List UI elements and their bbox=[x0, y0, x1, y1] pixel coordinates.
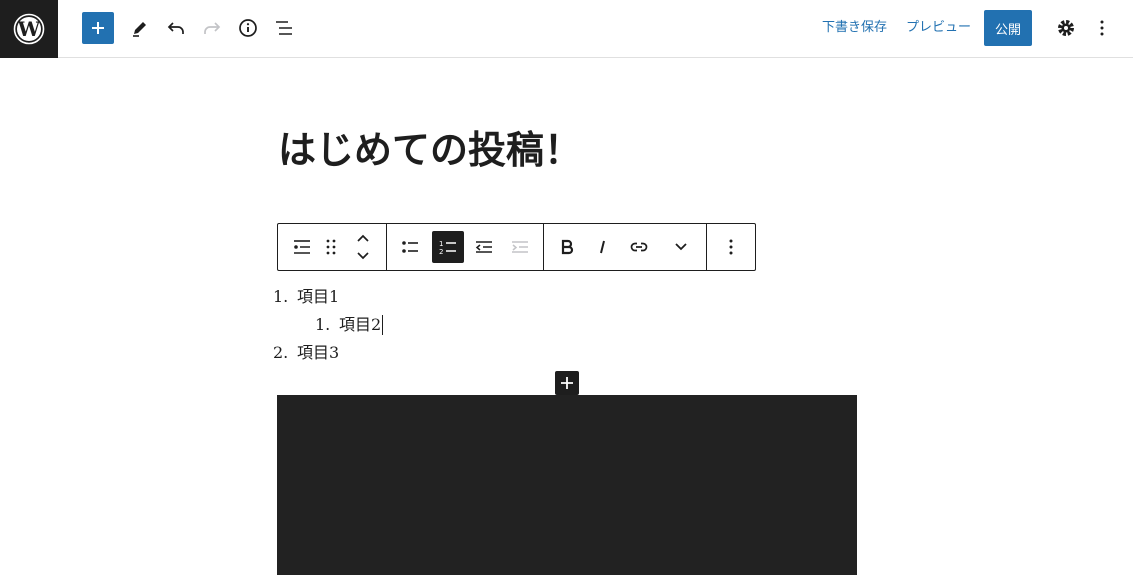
block-toolbar: 1 2 bbox=[277, 223, 756, 271]
bold-icon bbox=[561, 239, 574, 255]
vertical-dots-icon bbox=[729, 239, 733, 255]
move-down-button[interactable] bbox=[348, 247, 378, 265]
list-item[interactable]: 1. 項目2 bbox=[315, 315, 384, 335]
plus-icon bbox=[561, 377, 573, 389]
move-up-button[interactable] bbox=[348, 229, 378, 247]
plus-icon bbox=[92, 22, 104, 34]
pencil-icon bbox=[133, 22, 146, 37]
options-button[interactable] bbox=[1084, 11, 1120, 45]
gear-icon bbox=[1058, 20, 1074, 36]
chevron-down-icon bbox=[675, 243, 687, 251]
preview-button[interactable]: プレビュー bbox=[906, 18, 971, 38]
publish-button[interactable]: 公開 bbox=[984, 10, 1032, 46]
svg-text:W: W bbox=[17, 17, 41, 41]
list-view-icon bbox=[276, 21, 292, 35]
block-options-group bbox=[706, 224, 756, 270]
ordered-list-button[interactable]: 1 2 bbox=[432, 231, 464, 263]
svg-text:2: 2 bbox=[439, 248, 443, 256]
drag-handle-icon bbox=[326, 239, 336, 255]
text-cursor bbox=[382, 315, 384, 335]
chevron-down-icon bbox=[357, 252, 369, 260]
list-item-text: 項目1 bbox=[297, 287, 340, 306]
info-icon bbox=[239, 19, 257, 37]
list-view-button[interactable] bbox=[266, 11, 302, 45]
details-button[interactable] bbox=[230, 11, 266, 45]
block-type-button[interactable] bbox=[286, 231, 318, 263]
drag-handle[interactable] bbox=[318, 231, 344, 263]
chevron-up-icon bbox=[357, 234, 369, 242]
dark-content-block[interactable] bbox=[277, 395, 857, 575]
unordered-list-button[interactable] bbox=[394, 231, 426, 263]
list-item-marker: 1. bbox=[273, 287, 289, 306]
settings-button[interactable] bbox=[1048, 11, 1084, 45]
italic-icon bbox=[600, 240, 605, 254]
indent-icon bbox=[512, 241, 528, 253]
more-formats-button[interactable] bbox=[665, 231, 697, 263]
inline-block-inserter-button[interactable] bbox=[555, 371, 579, 395]
numbered-list-icon: 1 2 bbox=[439, 240, 456, 256]
editor-header: W 下書き保存 プレビュー 公開 bbox=[0, 0, 1133, 58]
indent-button[interactable] bbox=[504, 231, 536, 263]
redo-button[interactable] bbox=[194, 11, 230, 45]
tools-button[interactable] bbox=[122, 11, 158, 45]
list-item[interactable]: 1. 項目1 bbox=[273, 287, 339, 307]
redo-icon bbox=[204, 22, 221, 34]
list-item-text: 項目3 bbox=[297, 343, 340, 362]
post-title[interactable]: はじめての投稿！ bbox=[278, 120, 582, 180]
block-options-button[interactable] bbox=[715, 231, 747, 263]
list-item[interactable]: 2. 項目3 bbox=[273, 343, 339, 363]
wordpress-logo-button[interactable]: W bbox=[0, 0, 58, 58]
wordpress-logo-icon: W bbox=[13, 13, 45, 45]
list-item-marker: 1. bbox=[315, 315, 331, 334]
undo-button[interactable] bbox=[158, 11, 194, 45]
link-icon bbox=[630, 242, 648, 252]
vertical-dots-icon bbox=[1100, 20, 1104, 36]
outdent-button[interactable] bbox=[468, 231, 500, 263]
list-item-text: 項目2 bbox=[339, 315, 382, 334]
outdent-icon bbox=[475, 241, 492, 253]
block-controls-group bbox=[278, 224, 386, 270]
list-block-icon bbox=[294, 240, 310, 254]
bullet-list-icon bbox=[402, 241, 418, 253]
link-button[interactable] bbox=[623, 231, 655, 263]
list-format-group: 1 2 bbox=[386, 224, 544, 270]
italic-button[interactable] bbox=[587, 231, 619, 263]
block-inserter-button[interactable] bbox=[82, 12, 114, 44]
undo-icon bbox=[167, 22, 184, 34]
bold-button[interactable] bbox=[551, 231, 583, 263]
text-format-group bbox=[543, 224, 707, 270]
svg-text:1: 1 bbox=[439, 240, 443, 248]
save-draft-button[interactable]: 下書き保存 bbox=[822, 18, 887, 38]
list-item-marker: 2. bbox=[273, 343, 289, 362]
